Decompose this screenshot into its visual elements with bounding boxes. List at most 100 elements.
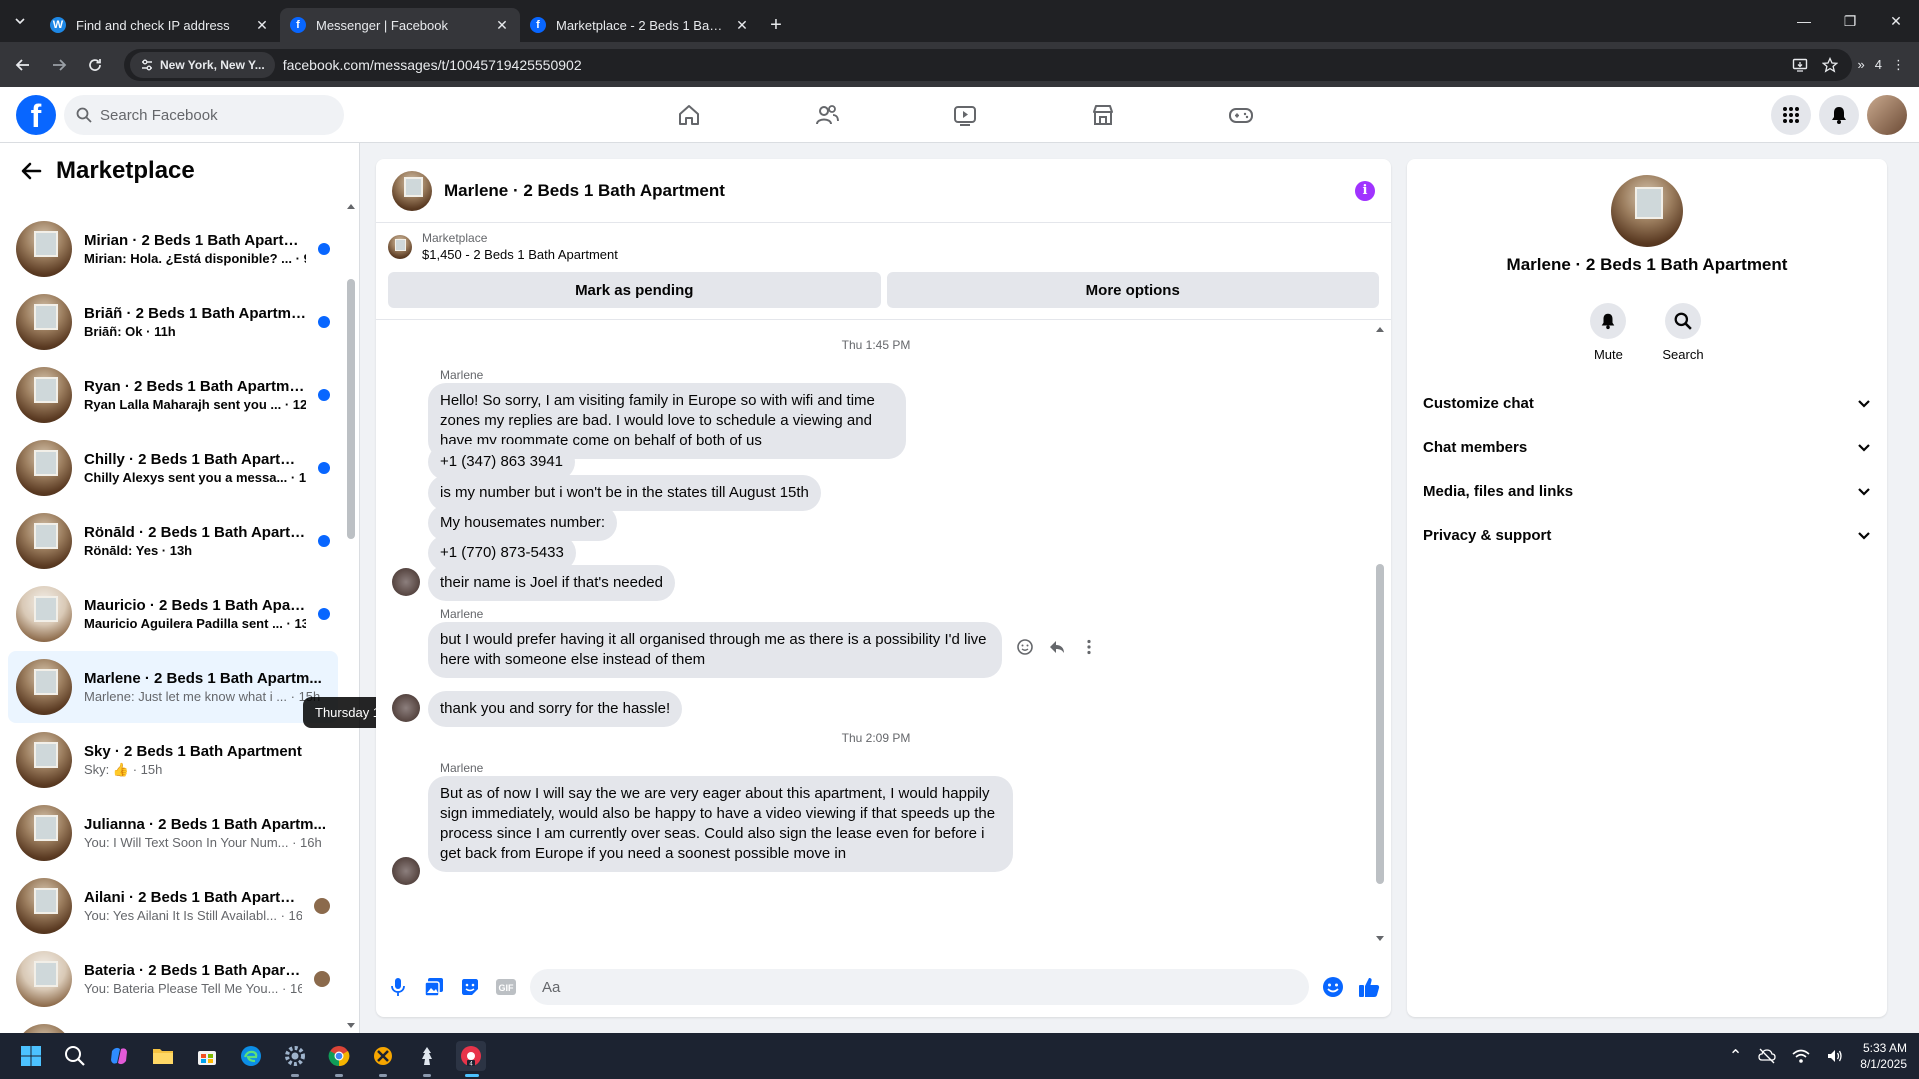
- message-bubble[interactable]: but I would prefer having it all organis…: [428, 622, 1002, 678]
- section-media-files-links[interactable]: Media, files and links: [1415, 469, 1879, 513]
- chrome-profile-app[interactable]: 4: [456, 1041, 486, 1077]
- chat-title[interactable]: Marlene · 2 Beds 1 Bath Apartment: [444, 181, 1343, 201]
- minimize-icon[interactable]: —: [1781, 0, 1827, 42]
- browser-tab-messenger[interactable]: f Messenger | Facebook ✕: [280, 8, 520, 42]
- nav-marketplace[interactable]: [1034, 87, 1172, 143]
- like-send-button[interactable]: [1357, 975, 1381, 999]
- react-emoji-icon[interactable]: [1016, 638, 1034, 656]
- emoji-button[interactable]: [1321, 975, 1345, 999]
- onedrive-off-icon[interactable]: [1758, 1048, 1776, 1064]
- menu-button[interactable]: [1771, 95, 1811, 135]
- install-app-icon[interactable]: [1792, 57, 1808, 73]
- message-bubble[interactable]: their name is Joel if that's needed: [428, 565, 675, 601]
- attach-media-button[interactable]: [422, 975, 446, 999]
- scroll-down-icon[interactable]: [345, 1021, 357, 1031]
- conversation-item[interactable]: Marlene · 2 Beds 1 Bath Apartm... Marlene…: [8, 651, 338, 723]
- tray-overflow-icon[interactable]: ⌃: [1729, 1046, 1742, 1066]
- conversation-item[interactable]: Mauricio · 2 Beds 1 Bath Apart... Maurici…: [8, 578, 338, 650]
- mark-as-pending-button[interactable]: Mark as pending: [388, 272, 881, 308]
- info-icon[interactable]: i: [1355, 180, 1375, 201]
- section-customize-chat[interactable]: Customize chat: [1415, 381, 1879, 425]
- taskbar-search[interactable]: [60, 1041, 90, 1071]
- scroll-up-icon[interactable]: [345, 201, 357, 211]
- file-explorer-app[interactable]: [148, 1041, 178, 1071]
- message-bubble[interactable]: But as of now I will say the we are very…: [428, 776, 1013, 872]
- search-in-chat-button[interactable]: [1664, 303, 1701, 339]
- sticker-button[interactable]: [458, 975, 482, 999]
- xbox-app[interactable]: [368, 1041, 398, 1077]
- conversation-name: Mauricio · 2 Beds 1 Bath Apart...: [84, 597, 306, 614]
- chat-scrollbar[interactable]: [1374, 324, 1386, 944]
- more-options-button[interactable]: More options: [886, 272, 1379, 308]
- back-button[interactable]: [8, 50, 38, 80]
- nav-friends[interactable]: [758, 87, 896, 143]
- gif-button[interactable]: GIF: [494, 975, 518, 999]
- section-chat-members[interactable]: Chat members: [1415, 425, 1879, 469]
- voice-clip-button[interactable]: [386, 975, 410, 999]
- sender-avatar[interactable]: [392, 857, 420, 885]
- conversation-item[interactable]: Ailani · 2 Beds 1 Bath Apartm... You: Yes…: [8, 870, 338, 942]
- scroll-thumb[interactable]: [1376, 564, 1384, 884]
- mute-button[interactable]: [1590, 303, 1627, 339]
- close-window-icon[interactable]: ✕: [1873, 0, 1919, 42]
- mute-action[interactable]: Mute: [1590, 303, 1627, 362]
- location-chip[interactable]: New York, New Y...: [130, 51, 275, 78]
- wifi-icon[interactable]: [1792, 1048, 1810, 1064]
- conversation-item[interactable]: Rönāld · 2 Beds 1 Bath Apartm... Rönāld: …: [8, 505, 338, 577]
- address-bar[interactable]: New York, New Y... facebook.com/messages…: [124, 48, 1852, 81]
- nav-home[interactable]: [620, 87, 758, 143]
- browser-tab-ip[interactable]: W Find and check IP address ✕: [40, 8, 280, 42]
- browser-menu-icon[interactable]: ⋮: [1892, 57, 1905, 73]
- browser-tab-marketplace[interactable]: f Marketplace - 2 Beds 1 Bath Ap ✕: [520, 8, 760, 42]
- scroll-up-icon[interactable]: [1374, 324, 1386, 334]
- facebook-logo[interactable]: f: [16, 95, 56, 135]
- copilot-app[interactable]: [104, 1041, 134, 1071]
- start-button[interactable]: [16, 1041, 46, 1071]
- close-tab-icon[interactable]: ✕: [494, 17, 510, 33]
- forward-button[interactable]: [44, 50, 74, 80]
- conversation-item[interactable]: Sky · 2 Beds 1 Bath Apartment Sky: 👍 · 15…: [8, 724, 338, 796]
- message-bubble[interactable]: thank you and sorry for the hassle!: [428, 691, 683, 727]
- search-facebook-input[interactable]: Search Facebook: [64, 95, 344, 135]
- conversation-item[interactable]: Mirian · 2 Beds 1 Bath Apartm... Mirian: …: [8, 213, 338, 285]
- nav-gaming[interactable]: [1172, 87, 1310, 143]
- close-tab-icon[interactable]: ✕: [254, 17, 270, 33]
- more-vertical-icon[interactable]: [1080, 638, 1098, 656]
- conversation-item[interactable]: Chilly · 2 Beds 1 Bath Apartment Chilly A…: [8, 432, 338, 504]
- store-app[interactable]: [192, 1041, 222, 1071]
- restore-icon[interactable]: ❐: [1827, 0, 1873, 42]
- conversation-item[interactable]: Ryan · 2 Beds 1 Bath Apartment Ryan Lalla…: [8, 359, 338, 431]
- reload-button[interactable]: [80, 50, 110, 80]
- edge-app[interactable]: [236, 1041, 266, 1071]
- nav-video[interactable]: [896, 87, 1034, 143]
- conversation-item[interactable]: Chris · 2 Beds 1 Bath Apartment: [8, 1016, 338, 1033]
- extensions-overflow-icon[interactable]: »: [1858, 57, 1865, 72]
- section-privacy-support[interactable]: Privacy & support: [1415, 513, 1879, 557]
- message-input[interactable]: [530, 969, 1309, 1005]
- new-tab-button[interactable]: +: [760, 8, 792, 42]
- volume-icon[interactable]: [1826, 1048, 1844, 1064]
- notifications-button[interactable]: [1819, 95, 1859, 135]
- conversation-item[interactable]: Briāñ · 2 Beds 1 Bath Apartment Briāñ: Ok…: [8, 286, 338, 358]
- reply-icon[interactable]: [1048, 638, 1066, 656]
- misc-app[interactable]: [412, 1041, 442, 1077]
- taskbar-clock[interactable]: 5:33 AM 8/1/2025: [1860, 1040, 1907, 1072]
- listing-row[interactable]: Marketplace $1,450 - 2 Beds 1 Bath Apart…: [388, 231, 1379, 262]
- scroll-down-icon[interactable]: [1374, 934, 1386, 944]
- search-action[interactable]: Search: [1662, 303, 1704, 362]
- star-icon[interactable]: [1821, 56, 1838, 73]
- tab-search-button[interactable]: [0, 4, 40, 38]
- sender-avatar[interactable]: [392, 568, 420, 596]
- sidebar-scrollbar[interactable]: [345, 199, 357, 1033]
- back-arrow-icon[interactable]: [20, 160, 42, 182]
- conversation-item[interactable]: Julianna · 2 Beds 1 Bath Apartm... You: I…: [8, 797, 338, 869]
- info-avatar[interactable]: [1611, 175, 1683, 247]
- close-tab-icon[interactable]: ✕: [734, 17, 750, 33]
- chrome-app[interactable]: [324, 1041, 354, 1077]
- conversation-item[interactable]: Bateria · 2 Beds 1 Bath Apart... You: Bat…: [8, 943, 338, 1015]
- scroll-thumb[interactable]: [347, 279, 355, 539]
- chat-avatar[interactable]: [392, 170, 432, 211]
- settings-app[interactable]: [280, 1041, 310, 1077]
- profile-avatar[interactable]: [1867, 95, 1907, 135]
- sender-avatar[interactable]: [392, 694, 420, 722]
